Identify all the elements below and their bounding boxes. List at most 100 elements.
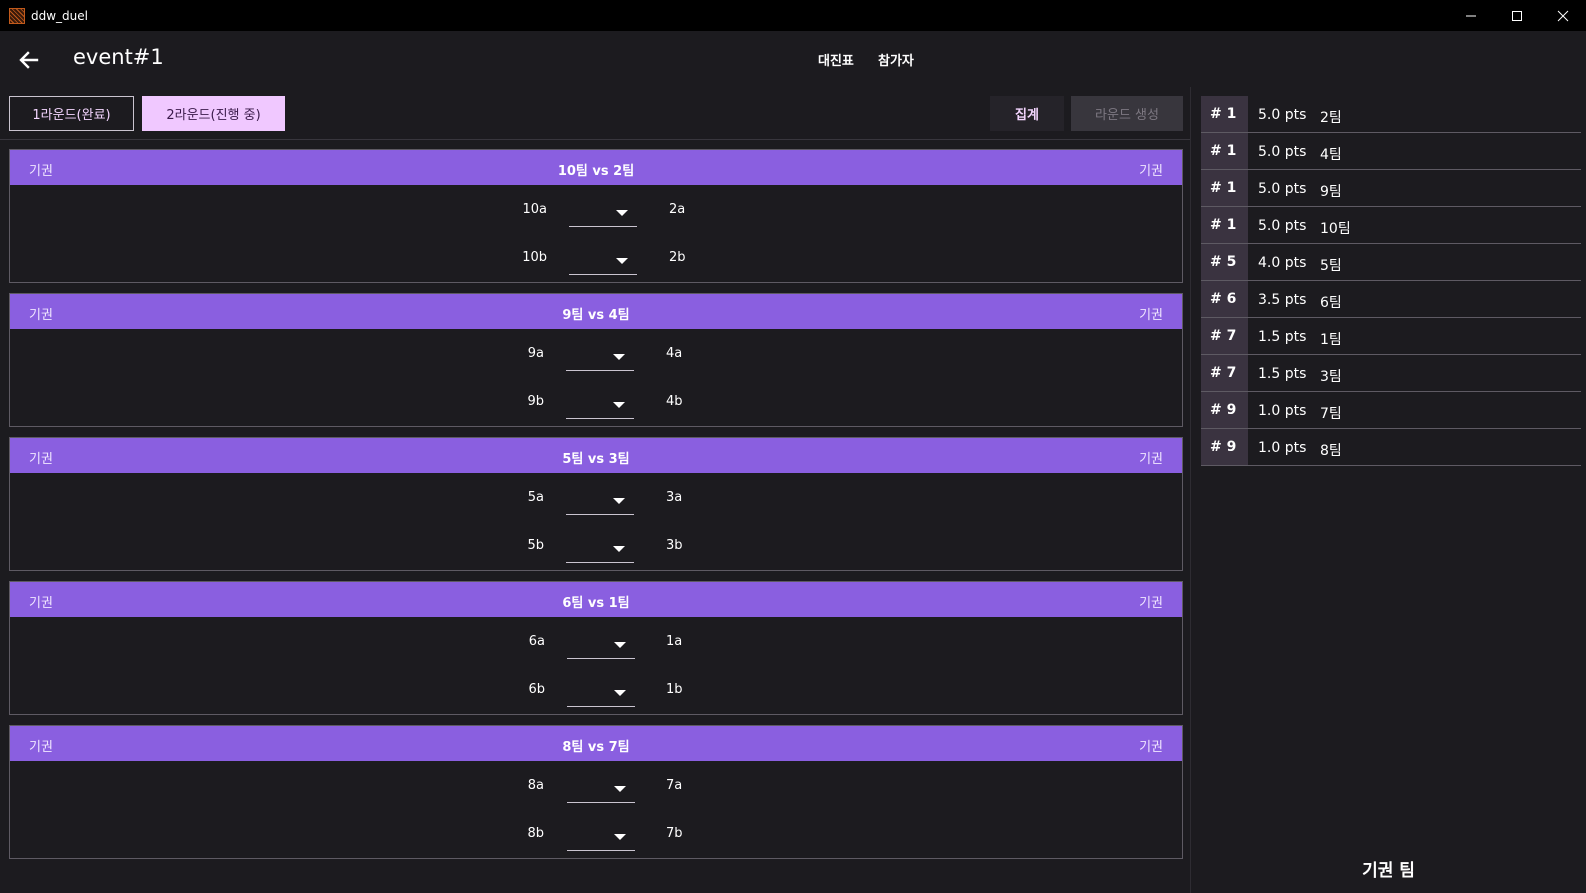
- player-left: 5a: [527, 490, 544, 505]
- player-right: 3b: [666, 538, 683, 553]
- rank-number: # 7: [1201, 318, 1248, 354]
- rank-number: # 1: [1201, 96, 1248, 132]
- create-round-button[interactable]: 라운드 생성: [1071, 96, 1183, 131]
- minimize-button[interactable]: [1448, 0, 1494, 31]
- rank-points: 1.0 pts: [1258, 440, 1307, 456]
- tally-button[interactable]: 집계: [990, 96, 1064, 131]
- chevron-down-icon: [613, 546, 625, 552]
- result-select[interactable]: [566, 391, 634, 419]
- result-select[interactable]: [566, 487, 634, 515]
- result-select[interactable]: [566, 343, 634, 371]
- chevron-down-icon: [614, 834, 626, 840]
- result-select[interactable]: [567, 775, 635, 803]
- match-card: 기권 10팀 vs 2팀 기권 10a 2a 10b 2b: [9, 149, 1183, 283]
- ranking-row: # 1 5.0 pts 9팀: [1201, 170, 1581, 207]
- tab-bracket[interactable]: 대진표: [818, 50, 854, 69]
- forfeit-right-button[interactable]: 기권: [1139, 160, 1163, 179]
- result-select[interactable]: [566, 535, 634, 563]
- pairing-row: 5b 3b: [10, 531, 1182, 563]
- forfeit-right-button[interactable]: 기권: [1139, 448, 1163, 467]
- pairing-row: 9b 4b: [10, 387, 1182, 419]
- panel-divider: [1190, 87, 1191, 893]
- round-1-button[interactable]: 1라운드(완료): [9, 96, 134, 131]
- ranking-row: # 5 4.0 pts 5팀: [1201, 244, 1581, 281]
- rank-number: # 1: [1201, 207, 1248, 243]
- rank-number: # 5: [1201, 244, 1248, 280]
- pairing-row: 8b 7b: [10, 819, 1182, 851]
- player-right: 4a: [666, 346, 683, 361]
- pairing-row: 6b 1b: [10, 675, 1182, 707]
- player-left: 5b: [527, 538, 544, 553]
- match-card: 기권 5팀 vs 3팀 기권 5a 3a 5b 3b: [9, 437, 1183, 571]
- match-header: 기권 10팀 vs 2팀 기권: [10, 150, 1182, 185]
- player-left: 10a: [522, 202, 547, 217]
- player-right: 1a: [666, 634, 683, 649]
- ranking-row: # 9 1.0 pts 7팀: [1201, 392, 1581, 429]
- rank-team: 2팀: [1320, 110, 1342, 126]
- ranking-row: # 9 1.0 pts 8팀: [1201, 429, 1581, 466]
- window-titlebar: ddw_duel: [0, 0, 1586, 31]
- rank-points: 5.0 pts: [1258, 218, 1307, 234]
- result-select[interactable]: [567, 631, 635, 659]
- rank-points: 3.5 pts: [1258, 292, 1307, 308]
- result-select[interactable]: [567, 679, 635, 707]
- back-button[interactable]: [14, 45, 44, 75]
- rank-points: 1.0 pts: [1258, 403, 1307, 419]
- page-title: event#1: [73, 45, 164, 69]
- player-left: 9b: [527, 394, 544, 409]
- forfeit-teams-title: 기권 팀: [1362, 861, 1415, 881]
- player-right: 2a: [669, 202, 686, 217]
- pairing-row: 10b 2b: [10, 243, 1182, 275]
- player-right: 1b: [666, 682, 683, 697]
- player-left: 9a: [527, 346, 544, 361]
- app-icon: [9, 7, 25, 24]
- rank-team: 3팀: [1320, 369, 1342, 385]
- player-right: 3a: [666, 490, 683, 505]
- chevron-down-icon: [613, 402, 625, 408]
- match-header: 기권 9팀 vs 4팀 기권: [10, 294, 1182, 329]
- player-left: 6b: [528, 682, 545, 697]
- rank-team: 1팀: [1320, 332, 1342, 348]
- divider: [0, 139, 1190, 140]
- forfeit-right-button[interactable]: 기권: [1139, 592, 1163, 611]
- match-card: 기권 6팀 vs 1팀 기권 6a 1a 6b 1b: [9, 581, 1183, 715]
- rank-number: # 1: [1201, 170, 1248, 206]
- rank-team: 4팀: [1320, 147, 1342, 163]
- result-select[interactable]: [569, 199, 637, 227]
- window-controls: [1448, 0, 1586, 31]
- match-title: 9팀 vs 4팀: [562, 308, 630, 323]
- match-title: 5팀 vs 3팀: [562, 452, 630, 467]
- arrow-left-icon: [19, 51, 39, 69]
- match-title: 10팀 vs 2팀: [557, 164, 635, 179]
- forfeit-right-button[interactable]: 기권: [1139, 736, 1163, 755]
- tab-participants[interactable]: 참가자: [878, 50, 914, 69]
- chevron-down-icon: [614, 642, 626, 648]
- match-title: 8팀 vs 7팀: [562, 740, 630, 755]
- pairing-row: 5a 3a: [10, 483, 1182, 515]
- ranking-row: # 1 5.0 pts 4팀: [1201, 133, 1581, 170]
- match-header: 기권 6팀 vs 1팀 기권: [10, 582, 1182, 617]
- rank-points: 4.0 pts: [1258, 255, 1307, 271]
- player-right: 7b: [666, 826, 683, 841]
- player-left: 8b: [527, 826, 544, 841]
- rank-number: # 6: [1201, 281, 1248, 317]
- ranking-row: # 7 1.5 pts 1팀: [1201, 318, 1581, 355]
- round-2-button[interactable]: 2라운드(진행 중): [142, 96, 285, 131]
- result-select[interactable]: [567, 823, 635, 851]
- ranking-row: # 1 5.0 pts 2팀: [1201, 96, 1581, 133]
- close-button[interactable]: [1540, 0, 1586, 31]
- rank-team: 5팀: [1320, 258, 1342, 274]
- close-icon: [1557, 10, 1569, 21]
- rank-points: 5.0 pts: [1258, 144, 1307, 160]
- maximize-button[interactable]: [1494, 0, 1540, 31]
- rank-number: # 1: [1201, 133, 1248, 169]
- match-title: 6팀 vs 1팀: [562, 596, 630, 611]
- pairing-row: 10a 2a: [10, 195, 1182, 227]
- result-select[interactable]: [569, 247, 637, 275]
- ranking-row: # 6 3.5 pts 6팀: [1201, 281, 1581, 318]
- forfeit-right-button[interactable]: 기권: [1139, 304, 1163, 323]
- rank-points: 1.5 pts: [1258, 366, 1307, 382]
- rank-points: 5.0 pts: [1258, 181, 1307, 197]
- player-right: 2b: [669, 250, 686, 265]
- pairing-row: 9a 4a: [10, 339, 1182, 371]
